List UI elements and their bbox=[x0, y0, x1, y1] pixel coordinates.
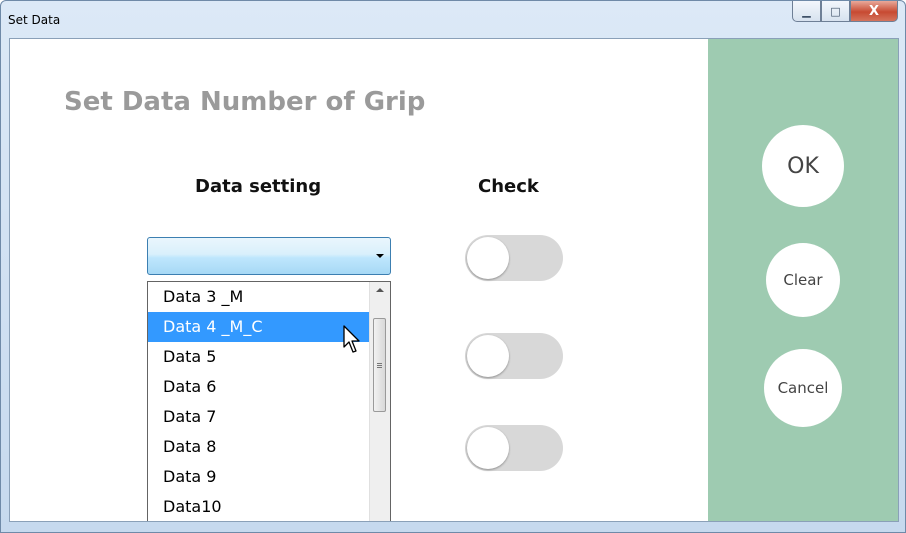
window-title: Set Data bbox=[8, 13, 61, 27]
maximize-icon: □ bbox=[830, 4, 841, 18]
list-item-selected[interactable]: Data 4 _M_C bbox=[148, 312, 370, 342]
list-item[interactable]: Data 7 bbox=[148, 402, 370, 432]
data-dropdown-list[interactable]: Data 3 _M Data 4 _M_C Data 5 Data 6 Data… bbox=[147, 281, 391, 521]
clear-button[interactable]: Clear bbox=[766, 243, 840, 317]
dialog-content: Set Data Number of Grip Data setting Che… bbox=[9, 38, 899, 522]
page-title: Set Data Number of Grip bbox=[64, 87, 426, 117]
close-button[interactable]: X bbox=[850, 1, 898, 22]
data-setting-combobox[interactable] bbox=[147, 237, 391, 275]
toggle-knob bbox=[467, 335, 509, 377]
grip-icon bbox=[377, 363, 382, 364]
check-toggle-1[interactable] bbox=[465, 235, 563, 281]
close-icon: X bbox=[868, 3, 880, 19]
minimize-icon: ▁ bbox=[802, 4, 811, 18]
toggle-knob bbox=[467, 237, 509, 279]
window-controls: ▁ □ X bbox=[792, 1, 898, 22]
list-item[interactable]: Data10 bbox=[148, 492, 370, 521]
scrollbar-thumb[interactable] bbox=[373, 318, 386, 412]
data-setting-label: Data setting bbox=[195, 176, 322, 197]
dropdown-scrollbar[interactable] bbox=[369, 282, 390, 521]
cancel-button[interactable]: Cancel bbox=[764, 349, 842, 427]
ok-button[interactable]: OK bbox=[762, 125, 844, 207]
list-item[interactable]: Data 9 bbox=[148, 462, 370, 492]
minimize-button[interactable]: ▁ bbox=[792, 1, 821, 22]
mouse-pointer-icon bbox=[343, 325, 360, 353]
title-bar[interactable]: Set Data ▁ □ X bbox=[1, 1, 905, 37]
chevron-down-icon[interactable] bbox=[376, 254, 384, 258]
scroll-up-icon[interactable] bbox=[376, 288, 384, 292]
check-toggle-3[interactable] bbox=[465, 425, 563, 471]
list-item[interactable]: Data 6 bbox=[148, 372, 370, 402]
toggle-knob bbox=[467, 427, 509, 469]
side-panel: OK Clear Cancel bbox=[708, 39, 898, 521]
list-item[interactable]: Data 8 bbox=[148, 432, 370, 462]
list-item[interactable]: Data 5 bbox=[148, 342, 370, 372]
list-item[interactable]: Data 3 _M bbox=[148, 282, 370, 312]
maximize-button[interactable]: □ bbox=[821, 1, 850, 22]
check-toggle-2[interactable] bbox=[465, 333, 563, 379]
check-label: Check bbox=[478, 176, 539, 197]
app-window: Set Data ▁ □ X Set Data Number of Grip D… bbox=[0, 0, 906, 533]
